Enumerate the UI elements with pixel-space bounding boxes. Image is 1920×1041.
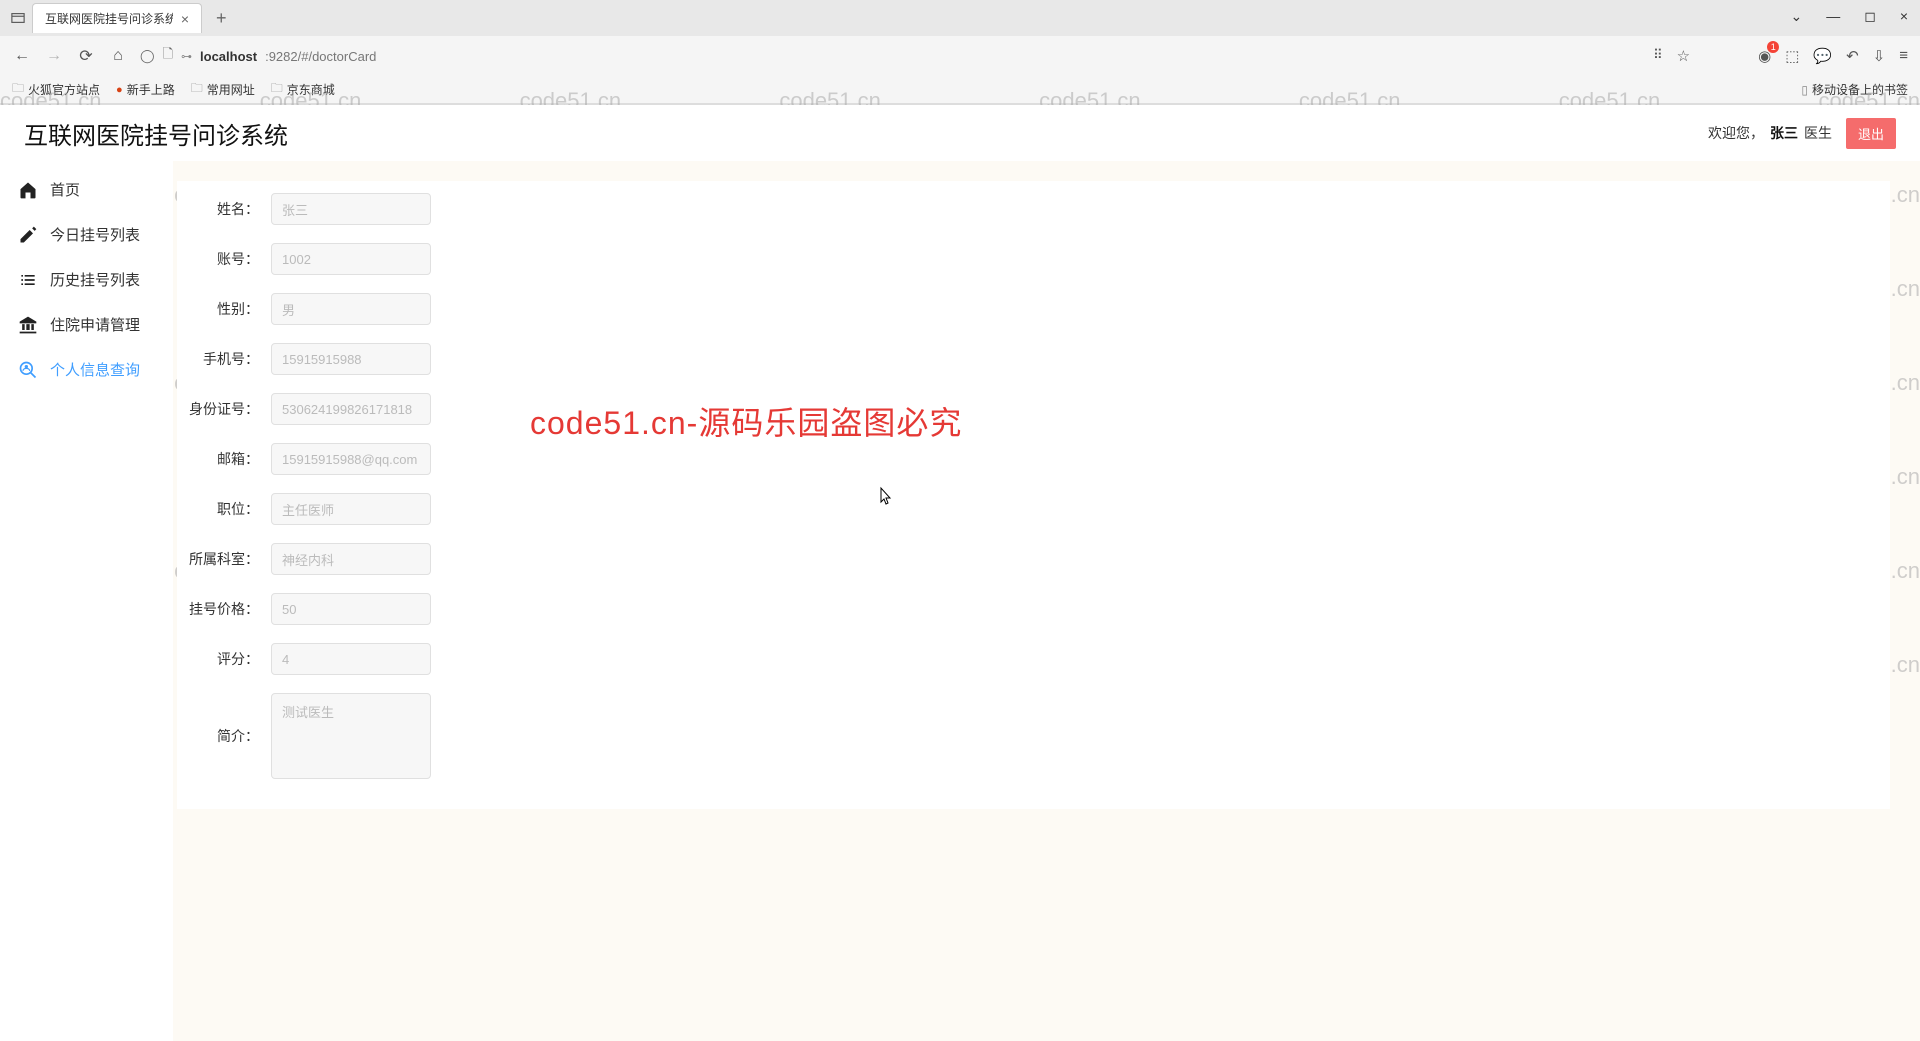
bookmark-common[interactable]: 🗀 常用网址 [191,79,255,100]
home-icon [18,180,38,200]
bank-icon [18,315,38,335]
idcard-input[interactable] [271,393,431,425]
logout-button[interactable]: 退出 [1846,118,1896,149]
rating-label: 评分： [177,649,271,669]
phone-label: 手机号： [177,349,271,369]
new-tab-button[interactable]: + [210,8,233,29]
sidebar-label: 历史挂号列表 [50,269,140,290]
sidebar-item-hospitalize[interactable]: 住院申请管理 [0,302,173,347]
translate-icon[interactable]: ⠿ [1653,47,1663,65]
maximize-icon[interactable]: ◻ [1864,8,1876,25]
url-path: :9282/#/doctorCard [265,49,376,64]
tab-bar: 互联网医院挂号问诊系统 × + ⌄ — ◻ × [0,0,1920,36]
department-label: 所属科室： [177,549,271,569]
sidebar-item-home[interactable]: 首页 [0,167,173,212]
sidebar-item-today[interactable]: 今日挂号列表 [0,212,173,257]
lock-icon: 🗋 [163,45,173,67]
position-input[interactable] [271,493,431,525]
url-host: localhost [200,49,257,64]
list-icon [18,270,38,290]
connection-icon: ⊶ [181,50,192,63]
email-input[interactable] [271,443,431,475]
account-input[interactable] [271,243,431,275]
rating-input[interactable] [271,643,431,675]
recent-tabs-icon[interactable] [8,8,28,28]
browser-chrome: 互联网医院挂号问诊系统 × + ⌄ — ◻ × ← → ⟳ ⌂ ◯ 🗋 ⊶ lo… [0,0,1920,105]
sidebar: 首页 今日挂号列表 历史挂号列表 住院申请管理 个人信息查询 [0,161,173,1041]
name-label: 姓名： [177,199,271,219]
welcome-text: 欢迎您， [1708,123,1764,143]
cursor-icon [878,486,894,506]
phone-input[interactable] [271,343,431,375]
name-input[interactable] [271,193,431,225]
tab-title: 互联网医院挂号问诊系统 [45,10,173,27]
account-label: 账号： [177,249,271,269]
sidebar-item-profile[interactable]: 个人信息查询 [0,347,173,392]
fire-icon: ● [116,84,123,96]
folder-icon: 🗀 [12,79,24,100]
gender-input[interactable] [271,293,431,325]
main-layout: 首页 今日挂号列表 历史挂号列表 住院申请管理 个人信息查询 [0,161,1920,1041]
bookmark-jd[interactable]: 🗀 京东商城 [271,79,335,100]
home-button[interactable]: ⌂ [108,47,128,65]
chat-icon[interactable]: 💬 [1813,47,1832,65]
bookmark-label: 新手上路 [127,81,175,98]
user-role: 医生 [1804,123,1832,143]
folder-icon: 🗀 [271,79,283,100]
intro-textarea[interactable] [271,693,431,779]
sidebar-label: 首页 [50,179,80,200]
chevron-down-icon[interactable]: ⌄ [1790,8,1802,25]
email-label: 邮箱： [177,449,271,469]
department-input[interactable] [271,543,431,575]
minimize-icon[interactable]: — [1826,8,1840,25]
folder-icon: 🗀 [191,79,203,100]
browser-tab[interactable]: 互联网医院挂号问诊系统 × [32,3,202,33]
mobile-icon: ▯ [1801,83,1808,97]
page-title: 互联网医院挂号问诊系统 [24,116,288,151]
price-input[interactable] [271,593,431,625]
bookmark-label: 移动设备上的书签 [1812,81,1908,98]
undo-icon[interactable]: ↶ [1846,47,1859,65]
save-icon[interactable]: ⇩ [1873,47,1886,65]
watermark-warning: code51.cn-源码乐园盗图必究 [530,398,962,444]
url-input[interactable]: ◯ 🗋 ⊶ localhost :9282/#/doctorCard [140,45,1641,67]
bookmark-mobile[interactable]: ▯ 移动设备上的书签 [1801,81,1908,98]
close-tab-icon[interactable]: × [181,11,189,27]
bookmark-label: 火狐官方站点 [28,81,100,98]
window-controls: ⌄ — ◻ × [1790,8,1908,25]
bookmark-firefox[interactable]: 🗀 火狐官方站点 [12,79,100,100]
sidebar-item-history[interactable]: 历史挂号列表 [0,257,173,302]
intro-label: 简介： [177,726,271,746]
price-label: 挂号价格： [177,599,271,619]
bookmark-bar: 🗀 火狐官方站点 ● 新手上路 🗀 常用网址 🗀 京东商城 ▯ 移动设备上的书签 [0,76,1920,104]
gender-label: 性别： [177,299,271,319]
shield-icon: ◯ [140,48,155,64]
reload-button[interactable]: ⟳ [76,46,96,66]
close-window-icon[interactable]: × [1900,8,1908,25]
bookmark-getting-started[interactable]: ● 新手上路 [116,81,175,98]
edit-icon [18,225,38,245]
idcard-label: 身份证号： [177,399,271,419]
sidebar-label: 今日挂号列表 [50,224,140,245]
extension-icon[interactable]: ⬚ [1785,47,1799,65]
back-button[interactable]: ← [12,47,32,65]
profile-form: 姓名： 账号： 性别： 手机号： 身份证号： 邮箱： [177,181,1890,809]
forward-button[interactable]: → [44,47,64,65]
username: 张三 [1770,123,1798,143]
bookmark-label: 常用网址 [207,81,255,98]
address-bar: ← → ⟳ ⌂ ◯ 🗋 ⊶ localhost :9282/#/doctorCar… [0,36,1920,76]
menu-icon[interactable]: ≡ [1899,47,1908,65]
notification-icon[interactable]: ◉ [1758,47,1771,65]
search-user-icon [18,360,38,380]
sidebar-label: 个人信息查询 [50,359,140,380]
page-header: 互联网医院挂号问诊系统 欢迎您， 张三 医生 退出 [0,105,1920,161]
bookmark-star-icon[interactable]: ☆ [1677,47,1690,65]
sidebar-label: 住院申请管理 [50,314,140,335]
content-area: 姓名： 账号： 性别： 手机号： 身份证号： 邮箱： [173,161,1920,1041]
bookmark-label: 京东商城 [287,81,335,98]
position-label: 职位： [177,499,271,519]
header-user-area: 欢迎您， 张三 医生 退出 [1708,118,1896,149]
